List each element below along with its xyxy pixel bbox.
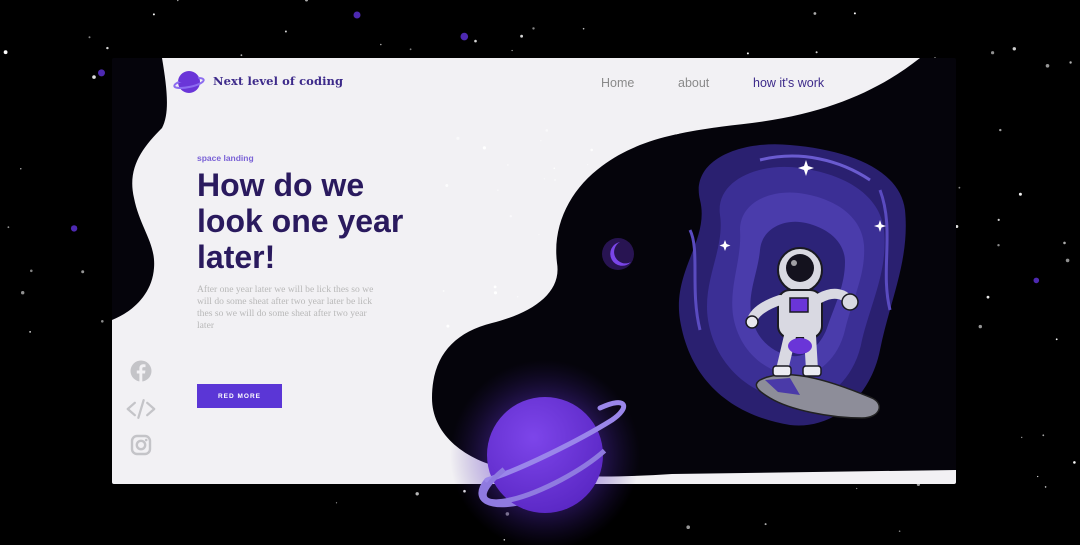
crescent-moon-icon: [602, 238, 634, 270]
code-icon[interactable]: [126, 396, 156, 422]
hero-eyebrow: space landing: [197, 153, 254, 163]
instagram-icon[interactable]: [126, 433, 156, 459]
read-more-button[interactable]: RED MORE: [197, 384, 282, 408]
facebook-icon[interactable]: [126, 358, 156, 384]
nav-about[interactable]: about: [678, 76, 709, 90]
nav-how-it-works[interactable]: how it's work: [753, 76, 824, 90]
hero-headline: How do we look one year later!: [197, 167, 404, 275]
brand-name[interactable]: Next level of coding: [213, 74, 343, 88]
hero-description: After one year later we will be lick the…: [197, 284, 374, 331]
astronaut-illustration: [450, 144, 906, 545]
planet-logo-icon[interactable]: [173, 68, 205, 96]
nav-home[interactable]: Home: [601, 76, 634, 90]
